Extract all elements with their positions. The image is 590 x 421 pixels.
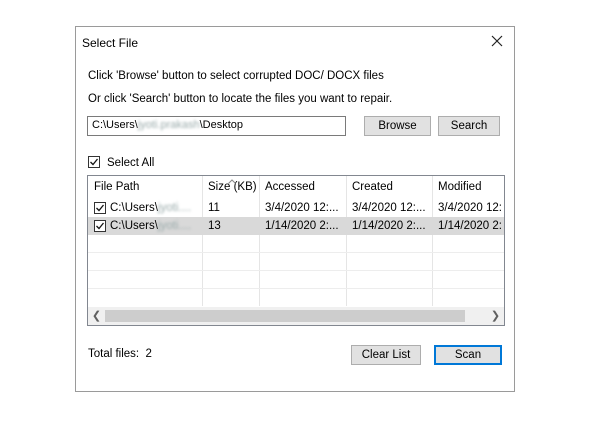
sort-up-icon	[228, 176, 236, 187]
row-checkbox[interactable]	[94, 220, 106, 232]
cell-modified: 1/14/2020 2:	[438, 220, 502, 232]
cell-size: 11	[208, 202, 220, 214]
browse-button[interactable]: Browse	[364, 116, 431, 136]
scrollbar-thumb[interactable]	[105, 310, 465, 322]
cell-created: 3/4/2020 12:...	[352, 202, 426, 214]
checkmark-icon	[96, 204, 105, 212]
column-divider	[432, 176, 433, 306]
path-username-blurred: jyoti.prakash	[137, 119, 200, 131]
total-files-count: 2	[145, 348, 152, 360]
column-header-modified[interactable]: Modified	[432, 176, 504, 198]
table-header: File Path Size (KB) Accessed Created Mod…	[88, 176, 504, 198]
table-row[interactable]: C:\Users\jyoti.... 11 3/4/2020 12:... 3/…	[88, 199, 504, 217]
select-all-label: Select All	[107, 157, 155, 169]
column-header-accessed[interactable]: Accessed	[259, 176, 346, 198]
checkmark-icon	[90, 158, 99, 166]
cell-file-path: C:\Users\jyoti....	[110, 202, 192, 214]
select-file-dialog: Select File Click 'Browse' button to sel…	[75, 26, 515, 392]
close-icon[interactable]	[488, 32, 506, 50]
column-header-file-path[interactable]: File Path	[88, 176, 202, 198]
path-suffix: \Desktop	[199, 119, 244, 131]
cell-modified: 3/4/2020 12:	[438, 202, 502, 214]
scroll-right-icon[interactable]: ❯	[487, 308, 504, 325]
horizontal-scrollbar[interactable]: ❮ ❯	[88, 307, 504, 325]
cell-accessed: 1/14/2020 2:...	[265, 220, 339, 232]
row-checkbox[interactable]	[94, 202, 106, 214]
checkmark-icon	[96, 222, 105, 230]
column-divider	[346, 176, 347, 306]
table-row-selected[interactable]: C:\Users\jyoti.... 13 1/14/2020 2:... 1/…	[88, 217, 504, 235]
instruction-browse: Click 'Browse' button to select corrupte…	[88, 70, 384, 82]
file-list-table: File Path Size (KB) Accessed Created Mod…	[87, 175, 505, 326]
cell-accessed: 3/4/2020 12:...	[265, 202, 339, 214]
path-prefix: C:\Users\	[92, 119, 138, 131]
instruction-search: Or click 'Search' button to locate the f…	[88, 93, 393, 105]
column-divider	[259, 176, 260, 306]
cell-file-path: C:\Users\jyoti....	[110, 220, 192, 232]
total-files-label: Total files: 2	[88, 348, 152, 360]
cell-size: 13	[208, 220, 221, 232]
row-divider	[88, 252, 504, 253]
cell-created: 1/14/2020 2:...	[352, 220, 426, 232]
row-divider	[88, 270, 504, 271]
column-header-created[interactable]: Created	[346, 176, 432, 198]
search-button[interactable]: Search	[438, 116, 500, 136]
column-divider	[202, 176, 203, 306]
path-input[interactable]: C:\Users\jyoti.prakash\Desktop	[87, 116, 346, 136]
scan-button[interactable]: Scan	[434, 345, 502, 365]
clear-list-button[interactable]: Clear List	[351, 345, 421, 365]
scroll-left-icon[interactable]: ❮	[88, 308, 105, 325]
select-all-checkbox[interactable]	[88, 156, 100, 168]
dialog-title: Select File	[82, 36, 139, 50]
row-divider	[88, 288, 504, 289]
